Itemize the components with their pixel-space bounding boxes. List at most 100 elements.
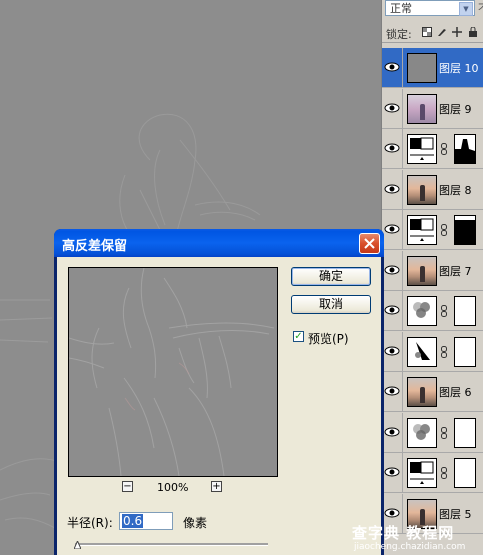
visibility-toggle[interactable] xyxy=(382,170,403,209)
radius-input[interactable]: 0.6 xyxy=(119,512,173,530)
curves-icon xyxy=(415,342,430,360)
preview-image[interactable] xyxy=(68,267,278,477)
visibility-toggle[interactable] xyxy=(382,291,403,330)
layer-row[interactable]: 图层 10 xyxy=(382,48,483,88)
close-button[interactable] xyxy=(359,233,380,254)
layer-mask-thumbnail[interactable] xyxy=(454,337,476,367)
link-icon[interactable] xyxy=(441,346,447,361)
link-icon[interactable] xyxy=(441,467,447,482)
visibility-toggle[interactable] xyxy=(382,89,403,128)
layer-row[interactable] xyxy=(382,453,483,493)
dialog-titlebar[interactable]: 高反差保留 xyxy=(54,229,384,257)
eye-icon xyxy=(384,508,400,518)
dialog-title: 高反差保留 xyxy=(62,239,128,254)
visibility-toggle[interactable] xyxy=(382,48,403,87)
visibility-toggle[interactable] xyxy=(382,453,403,492)
layer-thumbnail[interactable] xyxy=(407,215,437,245)
layer-thumbnail[interactable] xyxy=(407,377,437,407)
cancel-button[interactable]: 取消 xyxy=(291,295,371,314)
visibility-toggle[interactable] xyxy=(382,413,403,452)
link-icon[interactable] xyxy=(441,305,447,320)
layer-thumbnail[interactable] xyxy=(407,296,437,326)
eye-icon xyxy=(384,427,400,437)
lock-row: 锁定: xyxy=(382,22,483,43)
layer-thumbnail[interactable] xyxy=(407,175,437,205)
layer-row[interactable] xyxy=(382,210,483,250)
layer-name: 图层 6 xyxy=(439,386,472,399)
eye-icon xyxy=(384,62,400,72)
hue-saturation-icon xyxy=(413,302,430,318)
preview-label: 预览(P) xyxy=(308,332,349,346)
radius-value: 0.6 xyxy=(122,514,144,528)
layers-panel: 正常 ▼ 不 锁定: 图层 10 图层 9 图层 8 图层 7 图层 6 图层 5 xyxy=(381,0,483,555)
layer-row[interactable]: 图层 7 xyxy=(382,251,483,291)
dialog-body: − 100% + 确定 取消 ✓ 预览(P) 半径(R): 0.6 像素 xyxy=(57,257,381,555)
radius-unit: 像素 xyxy=(183,516,208,530)
lock-label: 锁定: xyxy=(386,28,412,41)
layer-mask-thumbnail[interactable] xyxy=(454,458,476,488)
eye-icon xyxy=(384,467,400,477)
layer-name: 图层 10 xyxy=(439,62,479,75)
layer-row[interactable] xyxy=(382,332,483,372)
layer-row[interactable] xyxy=(382,129,483,169)
visibility-toggle[interactable] xyxy=(382,332,403,371)
chevron-down-icon[interactable]: ▼ xyxy=(459,2,473,16)
visibility-toggle[interactable] xyxy=(382,372,403,411)
preview-highpass-image xyxy=(69,268,275,476)
lock-brush-icon[interactable] xyxy=(437,27,447,37)
preview-checkbox[interactable]: ✓ xyxy=(293,331,304,342)
eye-icon xyxy=(384,265,400,275)
hue-saturation-icon xyxy=(413,424,430,440)
layer-row[interactable]: 图层 6 xyxy=(382,372,483,412)
layer-thumbnail[interactable] xyxy=(407,134,437,164)
eye-icon xyxy=(384,103,400,113)
watermark: 查字典 教程网 jiaocheng.chazidian.com xyxy=(352,522,483,555)
levels-icon xyxy=(410,218,434,241)
high-pass-dialog: 高反差保留 − 100% + 确定 取消 ✓ 预览(P) 半径(R): 0.6 … xyxy=(54,229,384,555)
close-icon xyxy=(364,238,375,249)
layer-name: 图层 8 xyxy=(439,184,472,197)
layer-row[interactable] xyxy=(382,291,483,331)
lock-all-icon[interactable] xyxy=(468,26,478,37)
layer-mask-thumbnail[interactable] xyxy=(454,418,476,448)
layer-thumbnail[interactable] xyxy=(407,94,437,124)
visibility-toggle[interactable] xyxy=(382,129,403,168)
layer-mask-thumbnail[interactable] xyxy=(454,134,476,164)
visibility-toggle[interactable] xyxy=(382,251,403,290)
link-icon[interactable] xyxy=(441,224,447,239)
zoom-in-button[interactable]: + xyxy=(211,481,222,492)
layer-thumbnail[interactable] xyxy=(407,256,437,286)
radius-slider-track[interactable] xyxy=(75,543,268,546)
levels-icon xyxy=(410,461,434,484)
visibility-toggle[interactable] xyxy=(382,210,403,249)
zoom-out-button[interactable]: − xyxy=(122,481,133,492)
watermark-url: jiaocheng.chazidian.com xyxy=(354,542,466,552)
eye-icon xyxy=(384,224,400,234)
layer-name: 图层 7 xyxy=(439,265,472,278)
eye-icon xyxy=(384,305,400,315)
radius-slider-thumb[interactable] xyxy=(73,538,82,550)
layer-row[interactable] xyxy=(382,413,483,453)
layer-mask-thumbnail[interactable] xyxy=(454,296,476,326)
zoom-level: 100% xyxy=(157,481,189,494)
eye-icon xyxy=(384,143,400,153)
blend-mode-select[interactable]: 正常 ▼ xyxy=(385,0,475,16)
link-icon[interactable] xyxy=(441,143,447,158)
radius-label: 半径(R): xyxy=(67,516,113,530)
layer-row[interactable]: 图层 9 xyxy=(382,89,483,129)
levels-icon xyxy=(410,137,434,160)
zoom-row: − 100% + xyxy=(68,479,276,495)
layer-thumbnail[interactable] xyxy=(407,337,437,367)
lock-move-icon[interactable] xyxy=(452,27,462,37)
link-icon[interactable] xyxy=(441,427,447,442)
eye-icon xyxy=(384,184,400,194)
lock-transparency-icon[interactable] xyxy=(422,27,432,37)
ok-button[interactable]: 确定 xyxy=(291,267,371,286)
layer-thumbnail[interactable] xyxy=(407,458,437,488)
layer-mask-thumbnail[interactable] xyxy=(454,215,476,245)
layer-thumbnail[interactable] xyxy=(407,418,437,448)
layer-row[interactable]: 图层 8 xyxy=(382,170,483,210)
blend-mode-value: 正常 xyxy=(390,2,412,15)
eye-icon xyxy=(384,346,400,356)
layer-thumbnail[interactable] xyxy=(407,53,437,83)
